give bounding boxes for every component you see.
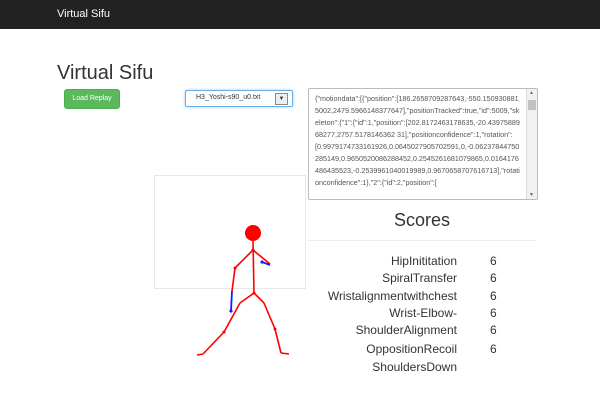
right-foot-bone — [280, 352, 290, 355]
right-thigh-bone — [263, 302, 276, 330]
score-value: 6 — [490, 306, 497, 320]
left-knee-joint — [222, 330, 226, 334]
score-name: OppositionRecoil — [366, 342, 457, 356]
score-value: 6 — [490, 254, 497, 268]
score-name: SpiralTransfer — [382, 271, 457, 285]
score-value: 6 — [490, 289, 497, 303]
left-wrist-joint — [229, 309, 233, 313]
right-shin-bone — [274, 328, 282, 354]
score-name: HipInititation — [390, 254, 457, 268]
score-name: ShouldersDown — [372, 360, 457, 374]
right-knee-joint — [273, 327, 277, 331]
score-name: ShoulderAlignment — [355, 323, 457, 337]
scores-divider — [308, 240, 536, 241]
skeleton-figure — [196, 225, 290, 356]
pelvis-joint — [252, 291, 256, 295]
score-value: 6 — [490, 271, 497, 285]
left-shin-bone — [202, 331, 225, 355]
score-name: Wrist-Elbow- — [389, 306, 457, 320]
score-value: 6 — [490, 323, 497, 337]
left-foot-bone — [196, 353, 204, 356]
left-upper-arm-bone — [231, 267, 236, 292]
left-shoulder-bone — [234, 249, 254, 269]
right-hip-bone — [253, 292, 265, 304]
left-forearm-bone — [230, 290, 233, 312]
score-value: 6 — [490, 342, 497, 356]
neck-joint — [251, 248, 255, 252]
head-joint — [245, 225, 261, 241]
score-name: Wristalignmentwithchest — [327, 289, 457, 303]
left-elbow-joint — [233, 266, 237, 270]
scores-title: Scores — [394, 210, 451, 230]
right-wrist-joint — [260, 260, 264, 264]
left-hip-bone — [239, 292, 255, 304]
